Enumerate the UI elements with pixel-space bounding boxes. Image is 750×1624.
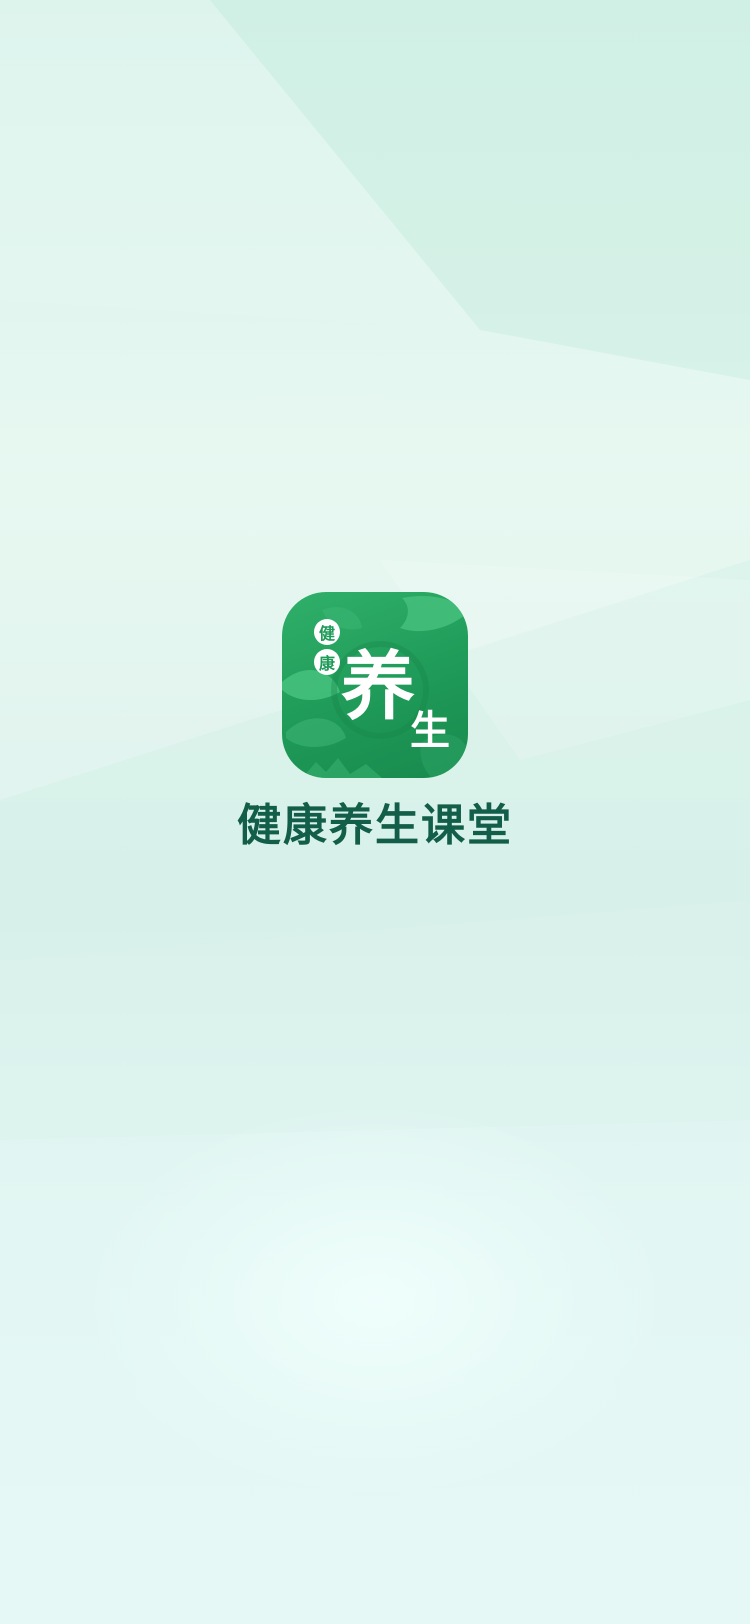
app-logo-icon: 健 康 养 生 (282, 592, 468, 778)
icon-text-jian: 健 (319, 624, 335, 643)
app-title: 健康养生课堂 (237, 800, 513, 851)
icon-text-sheng: 生 (410, 707, 450, 754)
icon-text-kang: 康 (319, 654, 336, 673)
background-glow (95, 1110, 655, 1490)
splash-screen: 健 康 养 生 健康养生课堂 (0, 0, 750, 1624)
icon-text-yang: 养 (341, 644, 415, 730)
